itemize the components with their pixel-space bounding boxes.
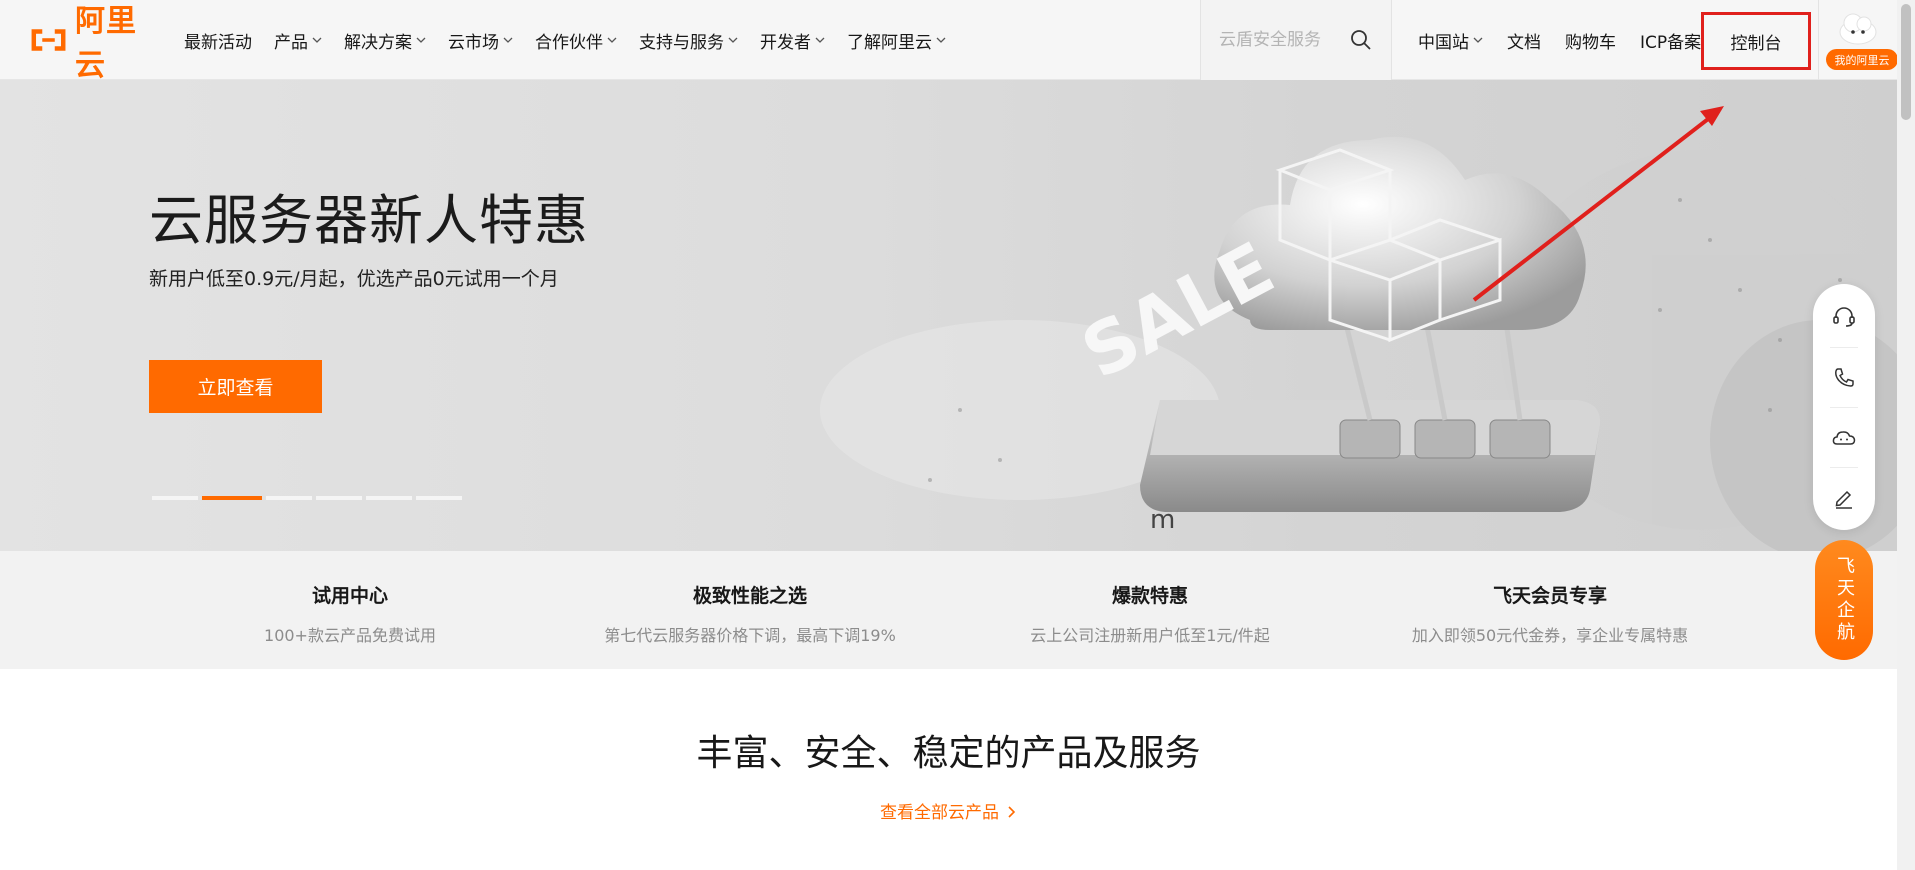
carousel-dot[interactable] (316, 496, 362, 500)
aliyun-logo-mark-icon (31, 29, 66, 51)
nav-item-partners[interactable]: 合作伙伴 (535, 28, 617, 53)
my-aliyun-badge[interactable]: 我的阿里云 (1826, 49, 1898, 70)
customer-service-button[interactable] (1813, 287, 1875, 347)
carousel-dot-active[interactable] (202, 496, 262, 500)
cloud-chat-icon (1832, 431, 1856, 445)
chevron-down-icon (312, 37, 322, 43)
nav-item-solutions[interactable]: 解决方案 (344, 28, 426, 53)
feature-membership[interactable]: 飞天会员专享 加入即领50元代金券，享企业专属特惠 (1370, 581, 1730, 646)
carousel-indicators (152, 496, 466, 500)
phone-icon (1835, 368, 1854, 387)
edit-icon (1835, 490, 1852, 509)
chevron-down-icon (607, 37, 617, 43)
avatar-cloud-icon (1839, 13, 1877, 45)
carousel-dot[interactable] (366, 496, 412, 500)
top-navigation: 阿里云 最新活动 产品 解决方案 云市场 合作伙伴 支持与服务 开发者 了解阿里… (0, 0, 1898, 83)
nav-item-products[interactable]: 产品 (274, 28, 322, 53)
hero-illustration: m SALE (820, 136, 1897, 551)
carousel-dot[interactable] (152, 496, 198, 500)
phone-button[interactable] (1813, 348, 1875, 408)
nav-item-about[interactable]: 了解阿里云 (847, 28, 946, 53)
icp-link[interactable]: ICP备案 (1640, 28, 1701, 53)
nav-item-marketplace[interactable]: 云市场 (448, 28, 513, 53)
chevron-down-icon (503, 37, 513, 43)
nav-item-latest-activity[interactable]: 最新活动 (184, 28, 252, 53)
chevron-down-icon (936, 37, 946, 43)
chevron-down-icon (815, 37, 825, 43)
feature-hot-deals[interactable]: 爆款特惠 云上公司注册新用户低至1元/件起 (970, 581, 1330, 646)
carousel-dot[interactable] (416, 496, 462, 500)
chevron-down-icon (728, 37, 738, 43)
feature-strip: 试用中心 100+款云产品免费试用 极致性能之选 第七代云服务器价格下调，最高下… (0, 551, 1897, 669)
headset-icon (1833, 307, 1855, 327)
region-label: 中国站 (1418, 32, 1469, 53)
account-menu[interactable]: 我的阿里云 (1818, 0, 1898, 80)
feature-title: 试用中心 (311, 585, 388, 607)
nav-item-label: 开发者 (760, 32, 811, 53)
feature-title: 爆款特惠 (1111, 585, 1188, 607)
nav-item-label: 产品 (274, 32, 308, 53)
nav-item-label: 解决方案 (344, 32, 412, 53)
nav-item-support[interactable]: 支持与服务 (639, 28, 738, 53)
feature-performance[interactable]: 极致性能之选 第七代云服务器价格下调，最高下调19% (570, 581, 930, 646)
search-input[interactable] (1219, 25, 1349, 55)
feature-title: 飞天会员专享 (1492, 585, 1607, 607)
hero-subtitle: 新用户低至0.9元/月起，优选产品0元试用一个月 (149, 268, 559, 290)
feature-desc: 第七代云服务器价格下调，最高下调19% (604, 626, 896, 645)
page: 阿里云 最新活动 产品 解决方案 云市场 合作伙伴 支持与服务 开发者 了解阿里… (0, 0, 1915, 870)
hero-banner: m SALE 云服务器新人特惠 新用户低至0.9元/月起，优选产品0元试用一个月… (0, 80, 1897, 551)
page-scrollbar[interactable] (1897, 0, 1915, 870)
aliyun-logo[interactable]: 阿里云 (28, 4, 158, 83)
docs-link[interactable]: 文档 (1507, 28, 1541, 53)
assistant-button[interactable] (1813, 408, 1875, 468)
chevron-down-icon (1473, 37, 1483, 43)
feature-desc: 100+款云产品免费试用 (264, 626, 436, 645)
scrollbar-thumb[interactable] (1901, 4, 1911, 120)
right-navigation: 中国站 文档 购物车 ICP备案 (1418, 0, 1725, 80)
carousel-dot[interactable] (266, 496, 312, 500)
logo-text: 阿里云 (75, 4, 138, 83)
nav-item-developers[interactable]: 开发者 (760, 28, 825, 53)
feature-trial-center[interactable]: 试用中心 100+款云产品免费试用 (170, 581, 530, 646)
nav-item-label: 支持与服务 (639, 32, 724, 53)
search-box (1200, 0, 1392, 80)
view-all-products-link[interactable]: 查看全部云产品 (0, 798, 1897, 823)
console-label: 控制台 (1730, 33, 1782, 54)
feedback-button[interactable] (1813, 468, 1875, 528)
hero-title: 云服务器新人特惠 (149, 189, 589, 252)
view-now-button[interactable]: 立即查看 (149, 360, 322, 413)
chevron-right-icon (1008, 806, 1016, 818)
section-title: 丰富、安全、稳定的产品及服务 (696, 733, 1201, 774)
floating-toolbar (1813, 284, 1875, 530)
feature-desc: 云上公司注册新用户低至1元/件起 (1030, 626, 1270, 645)
nav-item-label: 合作伙伴 (535, 32, 603, 53)
region-selector[interactable]: 中国站 (1418, 28, 1483, 53)
feitian-enterprise-button[interactable]: 飞天企航 (1815, 540, 1873, 660)
chevron-down-icon (416, 37, 426, 43)
nav-item-label: 最新活动 (184, 32, 252, 53)
search-icon[interactable] (1349, 28, 1373, 52)
console-link[interactable]: 控制台 (1701, 12, 1811, 70)
feitian-label: 飞天企航 (1834, 556, 1855, 644)
view-all-products-label: 查看全部云产品 (880, 803, 999, 823)
nav-item-label: 了解阿里云 (847, 32, 932, 53)
base-plate-logo: m (1150, 505, 1175, 535)
cart-link[interactable]: 购物车 (1565, 28, 1616, 53)
feature-desc: 加入即领50元代金券，享企业专属特惠 (1411, 626, 1689, 645)
nav-item-label: 云市场 (448, 32, 499, 53)
feature-title: 极致性能之选 (692, 585, 807, 607)
main-menu: 最新活动 产品 解决方案 云市场 合作伙伴 支持与服务 开发者 了解阿里云 (184, 0, 968, 80)
